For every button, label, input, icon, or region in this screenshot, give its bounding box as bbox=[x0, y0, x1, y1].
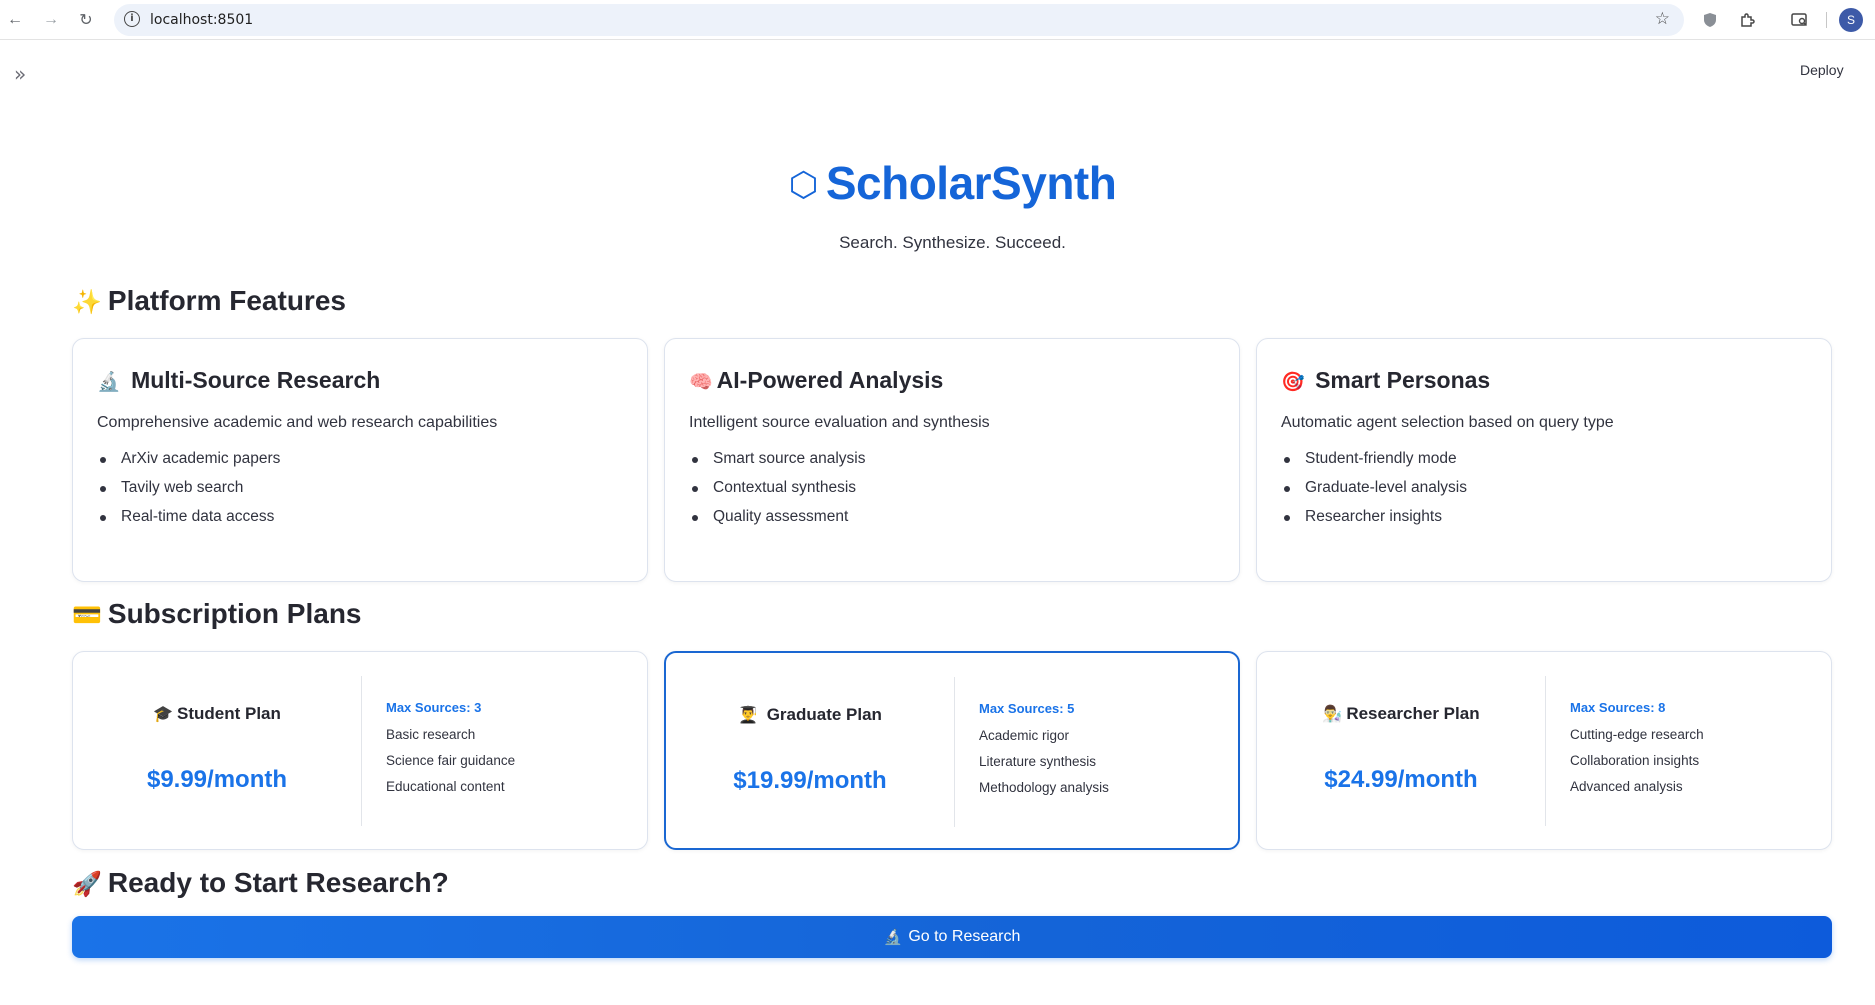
hexagon-icon: ⬡ bbox=[788, 165, 819, 205]
scientist-icon: 👨‍🔬 bbox=[1322, 704, 1343, 723]
brain-icon: 🧠 bbox=[689, 371, 713, 393]
plan-summary: 👨‍🔬 Researcher Plan $24.99/month bbox=[1257, 652, 1545, 849]
feature-list: Student-friendly mode Graduate-level ana… bbox=[1281, 450, 1807, 526]
feature-card-title-text: AI-Powered Analysis bbox=[716, 367, 944, 393]
plan-feature: Basic research bbox=[386, 727, 476, 742]
rocket-icon: 🚀 bbox=[72, 870, 102, 898]
url-text[interactable]: localhost:8501 bbox=[150, 12, 253, 28]
plan-divider bbox=[954, 677, 955, 827]
plan-details: Max Sources: 8 Cutting-edge research Col… bbox=[1570, 700, 1704, 805]
plan-max-sources: Max Sources: 3 bbox=[386, 700, 482, 715]
feature-card-description: Automatic agent selection based on query… bbox=[1281, 414, 1614, 431]
feature-list-item: Student-friendly mode bbox=[1281, 450, 1807, 468]
cta-heading: 🚀 Ready to Start Research? bbox=[72, 867, 449, 899]
sparkles-icon: ✨ bbox=[72, 288, 102, 316]
plan-name: 👨‍🔬 Researcher Plan bbox=[1257, 704, 1545, 724]
plan-name-text: Graduate Plan bbox=[766, 705, 882, 724]
feature-card-multi-source: 🔬 Multi-Source Research Comprehensive ac… bbox=[72, 338, 648, 582]
plan-feature: Academic rigor bbox=[979, 728, 1070, 743]
feature-card-title: 🎯 Smart Personas bbox=[1281, 367, 1807, 394]
plan-price: $19.99/month bbox=[733, 767, 887, 794]
feature-list-item: Smart source analysis bbox=[689, 450, 1215, 468]
plan-feature: Advanced analysis bbox=[1570, 779, 1683, 794]
forward-icon[interactable]: → bbox=[38, 7, 64, 33]
plan-name-text: Researcher Plan bbox=[1346, 704, 1480, 723]
plans-heading: 💳 Subscription Plans bbox=[72, 598, 362, 630]
plan-details: Max Sources: 5 Academic rigor Literature… bbox=[979, 701, 1109, 806]
feature-card-title-text: Smart Personas bbox=[1315, 367, 1491, 393]
target-icon: 🎯 bbox=[1281, 371, 1305, 393]
feature-card-title: 🧠 AI-Powered Analysis bbox=[689, 367, 1215, 394]
feature-list-item: Graduate-level analysis bbox=[1281, 479, 1807, 497]
plan-feature: Educational content bbox=[386, 779, 505, 794]
plan-card-student[interactable]: 🎓 Student Plan $9.99/month Max Sources: 3… bbox=[72, 651, 648, 850]
feature-card-title: 🔬 Multi-Source Research bbox=[97, 367, 623, 394]
plan-card-researcher[interactable]: 👨‍🔬 Researcher Plan $24.99/month Max Sour… bbox=[1256, 651, 1832, 850]
app-title-text: ScholarSynth bbox=[825, 157, 1117, 209]
tab-search-icon[interactable] bbox=[1788, 8, 1812, 32]
plan-max-sources: Max Sources: 8 bbox=[1570, 700, 1666, 715]
plan-max-sources: Max Sources: 5 bbox=[979, 701, 1075, 716]
go-to-research-label: Go to Research bbox=[908, 928, 1021, 945]
feature-list-item: Contextual synthesis bbox=[689, 479, 1215, 497]
feature-list: Smart source analysis Contextual synthes… bbox=[689, 450, 1215, 526]
plan-summary: 🎓 Student Plan $9.99/month bbox=[73, 652, 361, 849]
plan-name-text: Student Plan bbox=[177, 704, 281, 723]
plan-name: 👨‍🎓 Graduate Plan bbox=[666, 705, 954, 725]
feature-card-description: Intelligent source evaluation and synthe… bbox=[689, 414, 990, 431]
toolbar-divider bbox=[1826, 12, 1827, 28]
site-info-icon[interactable]: i bbox=[124, 11, 140, 27]
feature-list-item: Quality assessment bbox=[689, 508, 1215, 526]
go-to-research-button[interactable]: 🔬 Go to Research bbox=[72, 916, 1832, 958]
plan-feature: Collaboration insights bbox=[1570, 753, 1700, 768]
browser-toolbar: ← → ↻ i localhost:8501 ☆ S bbox=[0, 0, 1875, 40]
sidebar-expand-icon[interactable]: » bbox=[14, 62, 26, 86]
plan-feature: Science fair guidance bbox=[386, 753, 516, 768]
reload-icon[interactable]: ↻ bbox=[73, 7, 99, 33]
extensions-puzzle-icon[interactable] bbox=[1735, 8, 1759, 32]
plan-name: 🎓 Student Plan bbox=[73, 704, 361, 724]
plan-feature: Methodology analysis bbox=[979, 780, 1109, 795]
plan-price: $24.99/month bbox=[1324, 766, 1478, 793]
graduation-cap-icon: 🎓 bbox=[153, 704, 173, 723]
feature-card-title-text: Multi-Source Research bbox=[131, 367, 381, 393]
feature-list-item: Researcher insights bbox=[1281, 508, 1807, 526]
app-tagline: Search. Synthesize. Succeed. bbox=[839, 233, 1066, 252]
feature-card-description: Comprehensive academic and web research … bbox=[97, 414, 498, 431]
features-heading-text: Platform Features bbox=[107, 285, 346, 316]
address-bar[interactable]: i localhost:8501 ☆ bbox=[114, 4, 1684, 36]
microscope-icon: 🔬 bbox=[883, 928, 903, 946]
microscope-icon: 🔬 bbox=[97, 371, 121, 393]
plan-card-graduate[interactable]: 👨‍🎓 Graduate Plan $19.99/month Max Sourc… bbox=[664, 651, 1240, 850]
feature-card-ai-analysis: 🧠 AI-Powered Analysis Intelligent source … bbox=[664, 338, 1240, 582]
app-title: ⬡ ScholarSynth bbox=[0, 156, 1875, 210]
plan-summary: 👨‍🎓 Graduate Plan $19.99/month bbox=[666, 653, 954, 848]
plan-price: $9.99/month bbox=[146, 766, 288, 793]
bookmark-star-icon[interactable]: ☆ bbox=[1655, 9, 1670, 29]
deploy-button[interactable]: Deploy bbox=[1800, 62, 1844, 78]
shield-extension-icon[interactable] bbox=[1698, 8, 1722, 32]
feature-list: ArXiv academic papers Tavily web search … bbox=[97, 450, 623, 526]
plans-heading-text: Subscription Plans bbox=[107, 598, 362, 629]
profile-avatar[interactable]: S bbox=[1839, 8, 1863, 32]
plan-details: Max Sources: 3 Basic research Science fa… bbox=[386, 700, 515, 805]
back-icon[interactable]: ← bbox=[2, 7, 28, 33]
feature-card-smart-personas: 🎯 Smart Personas Automatic agent selecti… bbox=[1256, 338, 1832, 582]
plan-divider bbox=[361, 676, 362, 826]
feature-list-item: Tavily web search bbox=[97, 479, 623, 497]
feature-list-item: ArXiv academic papers bbox=[97, 450, 623, 468]
cta-heading-text: Ready to Start Research? bbox=[107, 867, 449, 898]
credit-card-icon: 💳 bbox=[72, 601, 102, 629]
plan-divider bbox=[1545, 676, 1546, 826]
feature-list-item: Real-time data access bbox=[97, 508, 623, 526]
plan-feature: Literature synthesis bbox=[979, 754, 1097, 769]
features-heading: ✨ Platform Features bbox=[72, 285, 346, 317]
plan-feature: Cutting-edge research bbox=[1570, 727, 1704, 742]
student-icon: 👨‍🎓 bbox=[738, 705, 758, 724]
